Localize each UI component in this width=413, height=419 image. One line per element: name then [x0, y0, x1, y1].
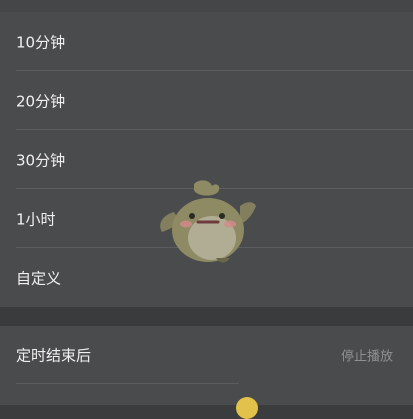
after-timer-setting[interactable]: 定时结束后 停止播放 — [0, 326, 413, 384]
after-timer-value: 停止播放 — [340, 349, 393, 365]
timer-option-label: 1小时 — [16, 210, 56, 228]
after-timer-label: 定时结束后 — [16, 346, 92, 365]
timer-option-10min[interactable]: 10分钟 — [0, 12, 413, 71]
bird-mascot-icon — [160, 180, 256, 263]
timer-option-label: 30分钟 — [16, 151, 66, 169]
section-gap — [0, 308, 413, 326]
timer-option-label: 自定义 — [16, 269, 62, 287]
timer-option-20min[interactable]: 20分钟 — [0, 71, 413, 130]
timer-option-label: 20分钟 — [16, 92, 66, 110]
top-strip — [0, 0, 413, 12]
bottom-area — [0, 384, 413, 405]
floating-ball-icon[interactable] — [236, 397, 258, 419]
timer-option-label: 10分钟 — [16, 33, 66, 51]
